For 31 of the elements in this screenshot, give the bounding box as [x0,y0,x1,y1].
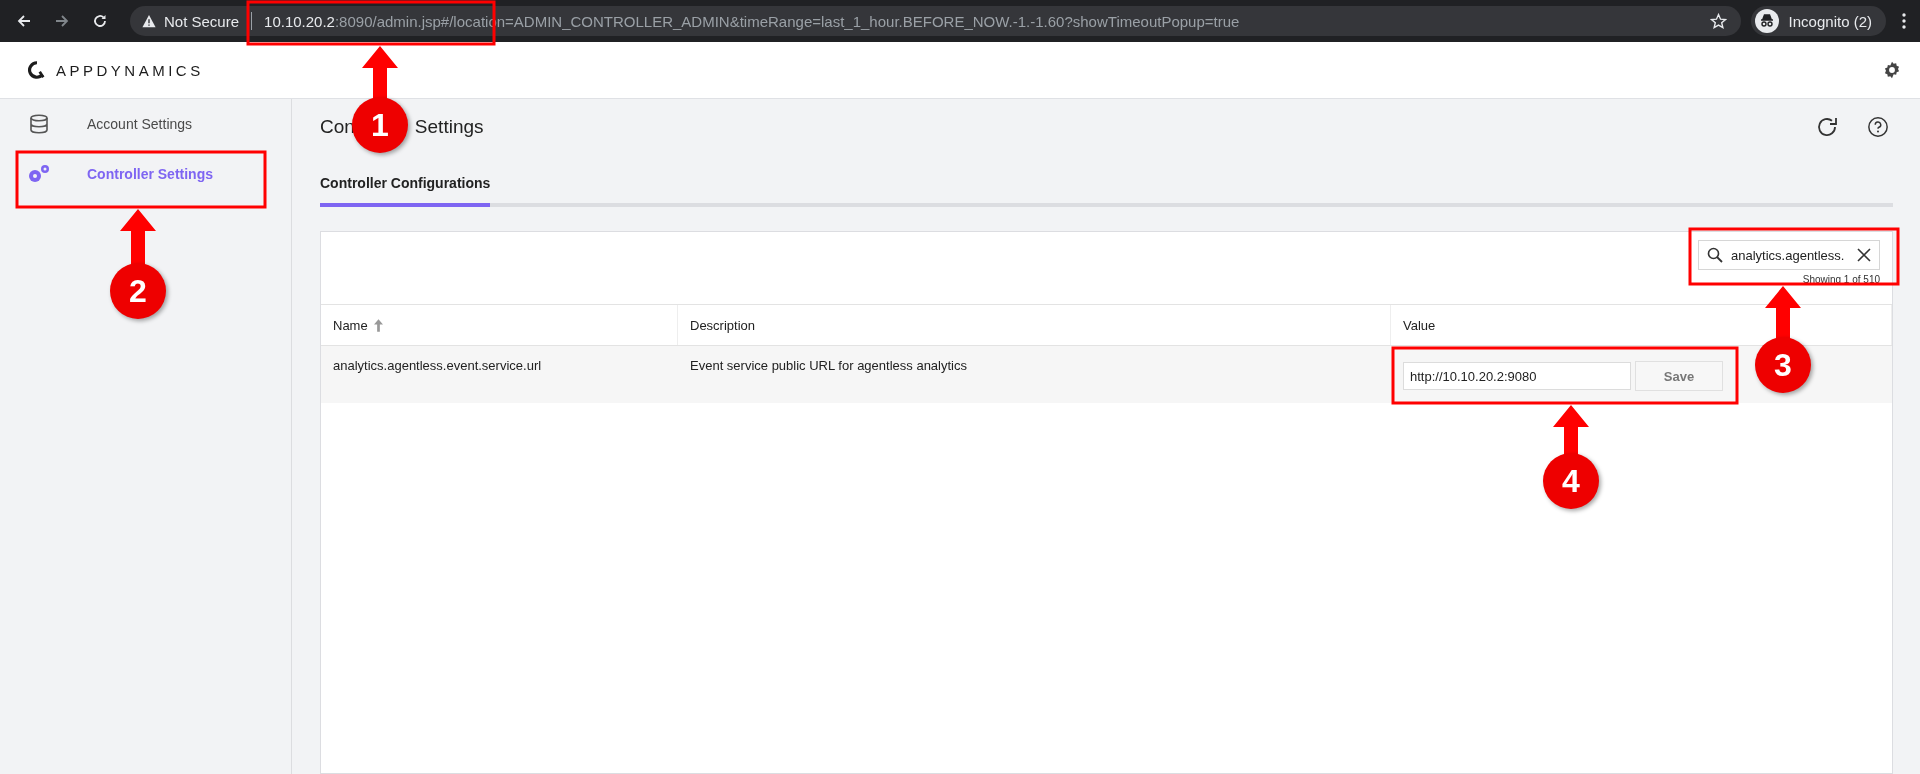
sidebar-item[interactable]: Controller Settings [0,149,291,199]
incognito-icon [1754,9,1779,33]
tab[interactable]: Controller Configurations [320,165,491,207]
back-icon[interactable] [16,13,32,29]
logo-icon [28,61,46,79]
table-cell-text: analytics.agentless.event.service.url [332,357,543,375]
column-header[interactable]: Name [321,305,678,345]
page-title: Settings [414,116,484,138]
step-number: 1 [352,97,408,153]
column-header[interactable]: Description [678,305,1391,345]
search-icon [1707,247,1723,263]
refresh-icon[interactable] [1815,115,1839,139]
table-cell-text: Event service public URL for agentless analytics [689,357,968,375]
menu-icon[interactable] [1902,13,1906,29]
save-button[interactable]: Save [1635,361,1723,391]
database-icon [27,114,51,134]
reload-icon[interactable] [92,13,108,29]
value-field[interactable]: http://10.10.20.2:9080 [1403,362,1631,390]
settings-icon[interactable] [1882,60,1902,80]
star-icon[interactable] [1709,12,1727,30]
profile-button[interactable]: Incognito (2) [1750,6,1886,36]
security-label: Not Secure [164,12,240,30]
forward-icon[interactable] [54,13,70,29]
step-number: 2 [110,263,166,319]
sidebar-item[interactable]: Account Settings [0,99,291,149]
help-icon[interactable] [1867,116,1889,138]
close-icon[interactable] [1857,248,1871,262]
warning-icon [142,14,156,28]
search-field[interactable]: analytics.agentless. [1698,240,1880,270]
gears-icon [27,164,51,184]
logo-text: APPDYNAMICS [56,61,204,79]
